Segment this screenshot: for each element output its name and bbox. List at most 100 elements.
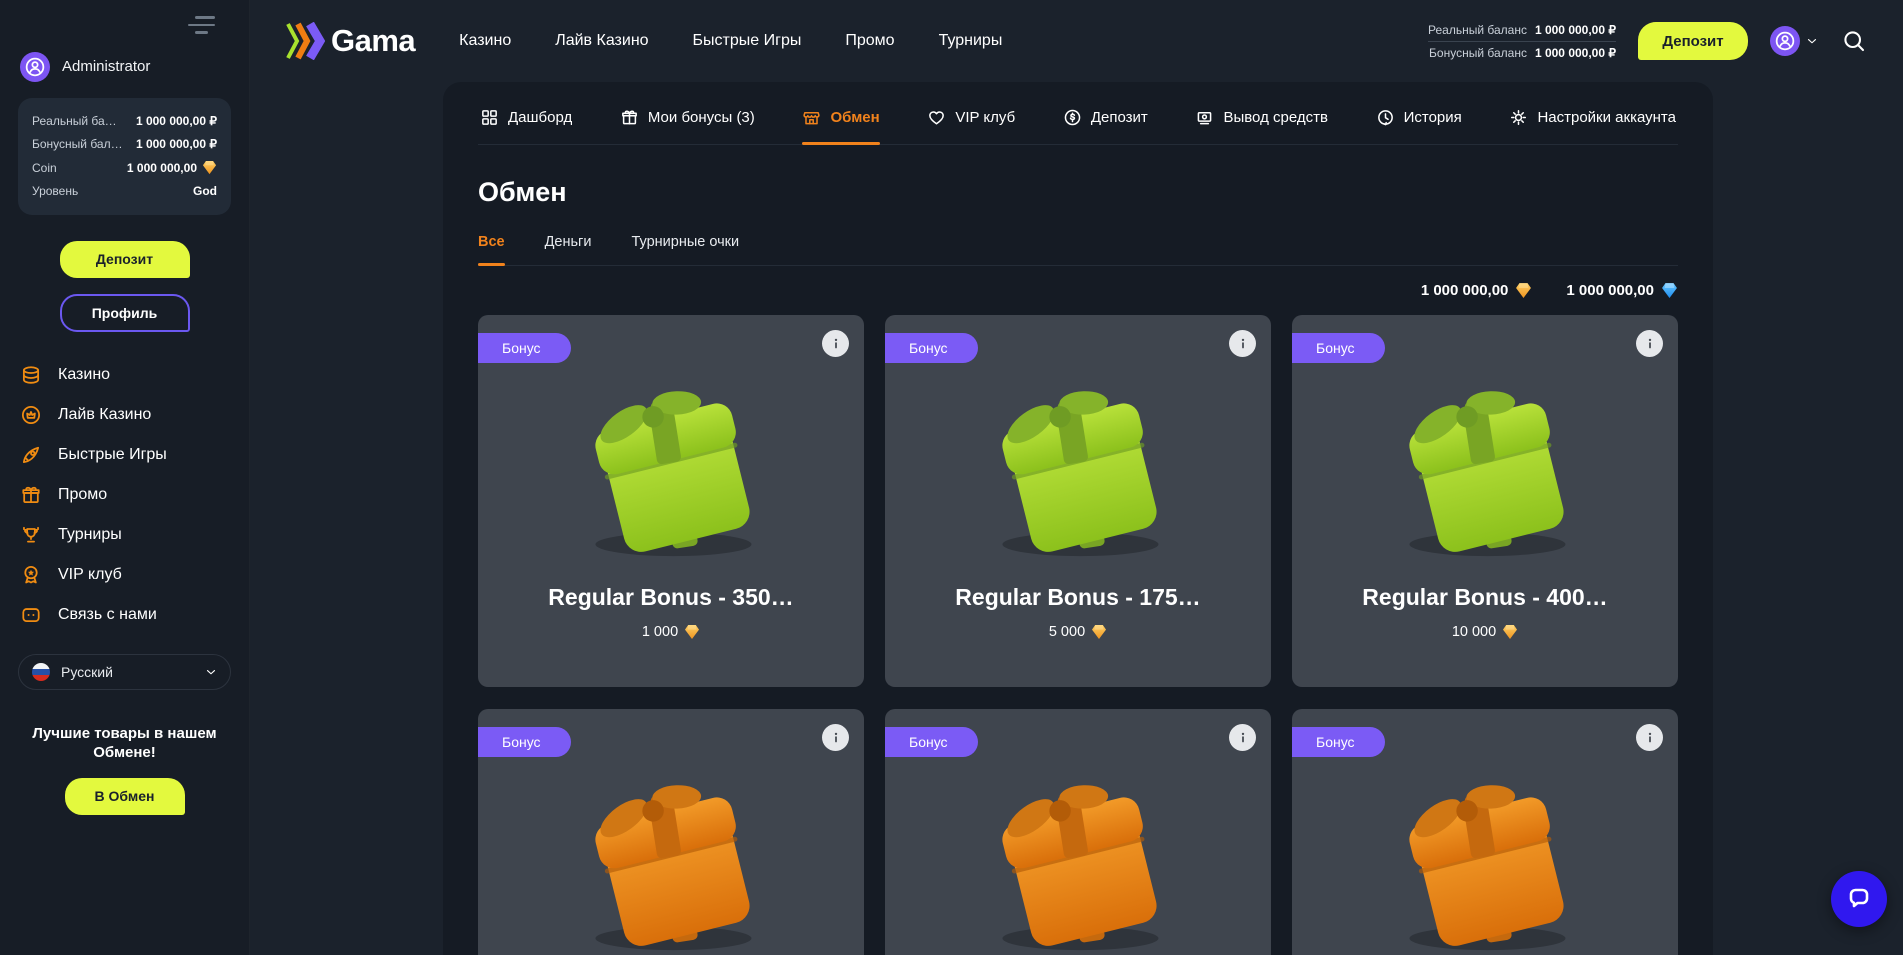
stat-bonus-balance: Бонусный бал… 1 000 000,00 ₽ bbox=[32, 133, 217, 156]
bonus-badge: Бонус bbox=[1292, 727, 1385, 757]
header-nav-promo[interactable]: Промо bbox=[845, 32, 894, 50]
header-avatar-icon bbox=[1770, 26, 1800, 56]
tab-withdraw[interactable]: Вывод средств bbox=[1195, 108, 1327, 127]
top-header: Gama Казино Лайв Казино Быстрые Игры Про… bbox=[250, 0, 1903, 82]
language-selector[interactable]: Русский bbox=[18, 654, 231, 690]
header-nav-live-casino[interactable]: Лайв Казино bbox=[555, 32, 648, 50]
user-name: Administrator bbox=[62, 58, 150, 75]
russian-flag-icon bbox=[31, 662, 51, 682]
gem-orange-icon bbox=[1502, 624, 1518, 640]
filter-all[interactable]: Все bbox=[478, 234, 505, 250]
chevron-down-icon bbox=[1805, 34, 1819, 48]
tab-history[interactable]: История bbox=[1376, 108, 1462, 127]
sidebar: Administrator Реальный ба… 1 000 000,00 … bbox=[0, 0, 250, 955]
bonus-card[interactable]: Бонус bbox=[478, 709, 864, 955]
filter-tournament-points[interactable]: Турнирные очки bbox=[631, 234, 739, 250]
gem-orange-icon bbox=[1515, 282, 1532, 299]
page-title: Обмен bbox=[478, 177, 1678, 208]
gift-box-image bbox=[971, 365, 1186, 560]
bonus-balance-row: Бонусный баланс 1 000 000,00 ₽ bbox=[1428, 42, 1616, 64]
info-icon[interactable] bbox=[1636, 330, 1663, 357]
tab-vip-club[interactable]: VIP клуб bbox=[927, 108, 1015, 127]
bonus-card[interactable]: Бонус Regular Bonus - 175… bbox=[885, 315, 1271, 687]
info-icon[interactable] bbox=[1636, 724, 1663, 751]
tab-my-bonuses[interactable]: Мои бонусы (3) bbox=[620, 108, 755, 127]
chat-widget-button[interactable] bbox=[1831, 871, 1887, 927]
coins-balance: 1 000 000,00 bbox=[1421, 282, 1533, 299]
info-icon[interactable] bbox=[822, 330, 849, 357]
profile-button[interactable]: Профиль bbox=[60, 294, 190, 332]
sidebar-item-contact[interactable]: Связь с нами bbox=[18, 602, 231, 628]
tab-deposit[interactable]: Депозит bbox=[1063, 108, 1148, 127]
gama-logo[interactable]: Gama bbox=[283, 22, 415, 60]
header-deposit-button[interactable]: Депозит bbox=[1638, 22, 1748, 60]
info-icon[interactable] bbox=[1229, 330, 1256, 357]
sidebar-item-casino[interactable]: Казино bbox=[18, 362, 231, 388]
coin-icon bbox=[1063, 108, 1082, 127]
gift-box-image bbox=[1378, 365, 1593, 560]
info-icon[interactable] bbox=[822, 724, 849, 751]
bonus-price: 10 000 bbox=[1452, 624, 1518, 640]
bonus-badge: Бонус bbox=[478, 727, 571, 757]
chevron-down-icon bbox=[204, 665, 218, 679]
gem-orange-icon bbox=[1091, 624, 1107, 640]
gift-box-image bbox=[971, 759, 1186, 954]
bonus-cards-grid: Бонус Regular Bonus - 350… bbox=[478, 315, 1678, 955]
tab-exchange[interactable]: Обмен bbox=[802, 108, 879, 127]
gama-logo-icon bbox=[283, 22, 325, 60]
bonus-card[interactable]: Бонус Regular Bonus - 350… bbox=[478, 315, 864, 687]
bonus-badge: Бонус bbox=[885, 333, 978, 363]
shop-icon bbox=[802, 108, 821, 127]
exchange-filters: Все Деньги Турнирные очки bbox=[478, 234, 1678, 266]
sidebar-item-tournaments[interactable]: Турниры bbox=[18, 522, 231, 548]
tab-dashboard[interactable]: Дашборд bbox=[480, 108, 572, 127]
sidebar-item-vip-club[interactable]: VIP клуб bbox=[18, 562, 231, 588]
rocket-icon bbox=[20, 444, 42, 466]
bonus-price: 1 000 bbox=[642, 624, 700, 640]
tab-account-settings[interactable]: Настройки аккаунта bbox=[1509, 108, 1676, 127]
trophy-icon bbox=[20, 524, 42, 546]
search-icon[interactable] bbox=[1841, 28, 1867, 54]
balance-summary-card: Реальный ба… 1 000 000,00 ₽ Бонусный бал… bbox=[18, 98, 231, 215]
sidebar-collapse-icon[interactable] bbox=[188, 16, 215, 34]
sidebar-item-fast-games[interactable]: Быстрые Игры bbox=[18, 442, 231, 468]
header-nav-casino[interactable]: Казино bbox=[459, 32, 511, 50]
bonus-card[interactable]: Бонус Regular Bonus - 400… bbox=[1292, 315, 1678, 687]
header-balances: Реальный баланс 1 000 000,00 ₽ Бонусный … bbox=[1428, 19, 1616, 64]
filter-money[interactable]: Деньги bbox=[545, 234, 592, 250]
language-label: Русский bbox=[61, 664, 194, 680]
bonus-card[interactable]: Бонус bbox=[1292, 709, 1678, 955]
bonus-title: Regular Bonus - 350… bbox=[548, 584, 793, 611]
real-balance-row: Реальный баланс 1 000 000,00 ₽ bbox=[1428, 19, 1616, 42]
bonus-badge: Бонус bbox=[478, 333, 571, 363]
user-avatar-icon bbox=[20, 52, 50, 82]
info-icon[interactable] bbox=[1229, 724, 1256, 751]
sidebar-item-promo[interactable]: Промо bbox=[18, 482, 231, 508]
gem-orange-icon bbox=[202, 160, 217, 175]
bonus-badge: Бонус bbox=[885, 727, 978, 757]
sidebar-item-live-casino[interactable]: Лайв Казино bbox=[18, 402, 231, 428]
dashboard-icon bbox=[480, 108, 499, 127]
account-panel: Дашборд Мои бонусы (3) Обмен VIP клуб Де… bbox=[443, 82, 1713, 955]
brand-name: Gama bbox=[331, 23, 415, 59]
deposit-button[interactable]: Депозит bbox=[60, 241, 190, 278]
sidebar-user[interactable]: Administrator bbox=[18, 52, 231, 82]
header-user-menu[interactable] bbox=[1770, 26, 1819, 56]
to-exchange-button[interactable]: В Обмен bbox=[65, 778, 185, 815]
chat-icon bbox=[20, 604, 42, 626]
gear-icon bbox=[1509, 108, 1528, 127]
gift-box-image bbox=[564, 365, 779, 560]
account-tabs: Дашборд Мои бонусы (3) Обмен VIP клуб Де… bbox=[478, 82, 1678, 145]
header-nav-fast-games[interactable]: Быстрые Игры bbox=[693, 32, 802, 50]
exchange-balances: 1 000 000,00 1 000 000,00 bbox=[478, 282, 1678, 299]
gem-blue-icon bbox=[1661, 282, 1678, 299]
live-casino-icon bbox=[20, 404, 42, 426]
header-nav: Казино Лайв Казино Быстрые Игры Промо Ту… bbox=[459, 32, 1002, 50]
sidebar-nav: Казино Лайв Казино Быстрые Игры Промо Ту… bbox=[18, 362, 231, 628]
gift-box-image bbox=[564, 759, 779, 954]
bonus-card[interactable]: Бонус bbox=[885, 709, 1271, 955]
gift-box-image bbox=[1378, 759, 1593, 954]
header-nav-tournaments[interactable]: Турниры bbox=[939, 32, 1003, 50]
bonus-badge: Бонус bbox=[1292, 333, 1385, 363]
gem-orange-icon bbox=[684, 624, 700, 640]
